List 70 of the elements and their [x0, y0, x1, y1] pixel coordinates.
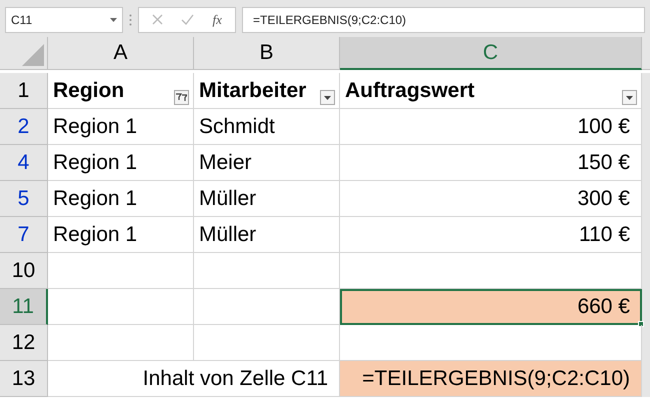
- cell-text: 660 €: [577, 294, 631, 320]
- column-header[interactable]: B: [194, 37, 340, 70]
- caret-icon: [626, 96, 633, 100]
- table-cell[interactable]: [48, 289, 194, 325]
- table-cell[interactable]: Region 1: [48, 109, 194, 145]
- table-cell[interactable]: Müller: [194, 217, 340, 253]
- table-cell[interactable]: Region: [48, 73, 194, 109]
- row-header[interactable]: 4: [0, 145, 48, 181]
- name-box[interactable]: C11: [5, 6, 123, 32]
- table-cell[interactable]: Region 1: [48, 217, 194, 253]
- table-cell[interactable]: [194, 325, 340, 361]
- cell-text: =TEILERGEBNIS(9;C2:C10): [362, 366, 631, 392]
- table-cell[interactable]: 660 €: [340, 289, 642, 325]
- formula-field[interactable]: =TEILERGEBNIS(9;C2:C10): [242, 6, 645, 32]
- table-cell[interactable]: Müller: [194, 181, 340, 217]
- table-cell[interactable]: 300 €: [340, 181, 642, 217]
- filter-icon: [176, 93, 187, 102]
- cell-text: 150 €: [577, 150, 631, 176]
- fill-handle[interactable]: [638, 321, 644, 327]
- row-header[interactable]: 1: [0, 73, 48, 109]
- select-all-button[interactable]: [0, 37, 48, 70]
- row-header[interactable]: 11: [0, 289, 48, 325]
- column-header[interactable]: A: [48, 37, 194, 70]
- table-cell[interactable]: [48, 253, 194, 289]
- column-title: Mitarbeiter: [199, 78, 306, 104]
- table-cell[interactable]: Region 1: [48, 145, 194, 181]
- check-icon[interactable]: [181, 14, 194, 25]
- cell-text: Müller: [199, 186, 256, 212]
- column-title: Region: [53, 78, 124, 104]
- caret-icon: [324, 96, 331, 100]
- table-cell[interactable]: [194, 253, 340, 289]
- row-header[interactable]: 2: [0, 109, 48, 145]
- cancel-icon[interactable]: [152, 14, 164, 25]
- row-header[interactable]: 13: [0, 361, 48, 397]
- caret-icon[interactable]: [110, 18, 117, 22]
- cell-text: Inhalt von Zelle C11: [142, 366, 329, 392]
- table-cell[interactable]: Region 1: [48, 181, 194, 217]
- table-cell[interactable]: Schmidt: [194, 109, 340, 145]
- table-cell[interactable]: 100 €: [340, 109, 642, 145]
- cell-text: Region 1: [53, 150, 138, 176]
- table-cell[interactable]: Inhalt von Zelle C11: [48, 361, 340, 397]
- cell-text: Meier: [199, 150, 252, 176]
- cell-text: Müller: [199, 222, 256, 248]
- cell-text: Region 1: [53, 186, 138, 212]
- column-header[interactable]: C: [340, 37, 642, 70]
- cell-text: Region 1: [53, 114, 138, 140]
- dropdown-button[interactable]: [622, 90, 637, 105]
- triangle-icon: [22, 44, 44, 66]
- insert-function-button[interactable]: fx: [212, 10, 222, 30]
- cell-text: 110 €: [579, 222, 631, 248]
- table-cell[interactable]: 110 €: [340, 217, 642, 253]
- row-header[interactable]: 10: [0, 253, 48, 289]
- table-cell[interactable]: Mitarbeiter: [194, 73, 340, 109]
- table-cell[interactable]: [48, 325, 194, 361]
- row-header[interactable]: 5: [0, 181, 48, 217]
- row-header[interactable]: 12: [0, 325, 48, 361]
- table-cell[interactable]: Meier: [194, 145, 340, 181]
- column-title: Auftragswert: [345, 78, 475, 104]
- grip-icon: [129, 14, 132, 26]
- filter-button[interactable]: [174, 90, 189, 105]
- table-cell[interactable]: 150 €: [340, 145, 642, 181]
- cell-text: Schmidt: [199, 114, 275, 140]
- table-cell[interactable]: Auftragswert: [340, 73, 642, 109]
- cell-text: 300 €: [577, 186, 631, 212]
- table-cell[interactable]: =TEILERGEBNIS(9;C2:C10): [340, 361, 642, 397]
- cell-text: 100 €: [577, 114, 631, 140]
- dropdown-button[interactable]: [320, 90, 335, 105]
- row-header[interactable]: 7: [0, 217, 48, 253]
- cell-text: Region 1: [53, 222, 138, 248]
- cell-reference: C11: [11, 12, 32, 28]
